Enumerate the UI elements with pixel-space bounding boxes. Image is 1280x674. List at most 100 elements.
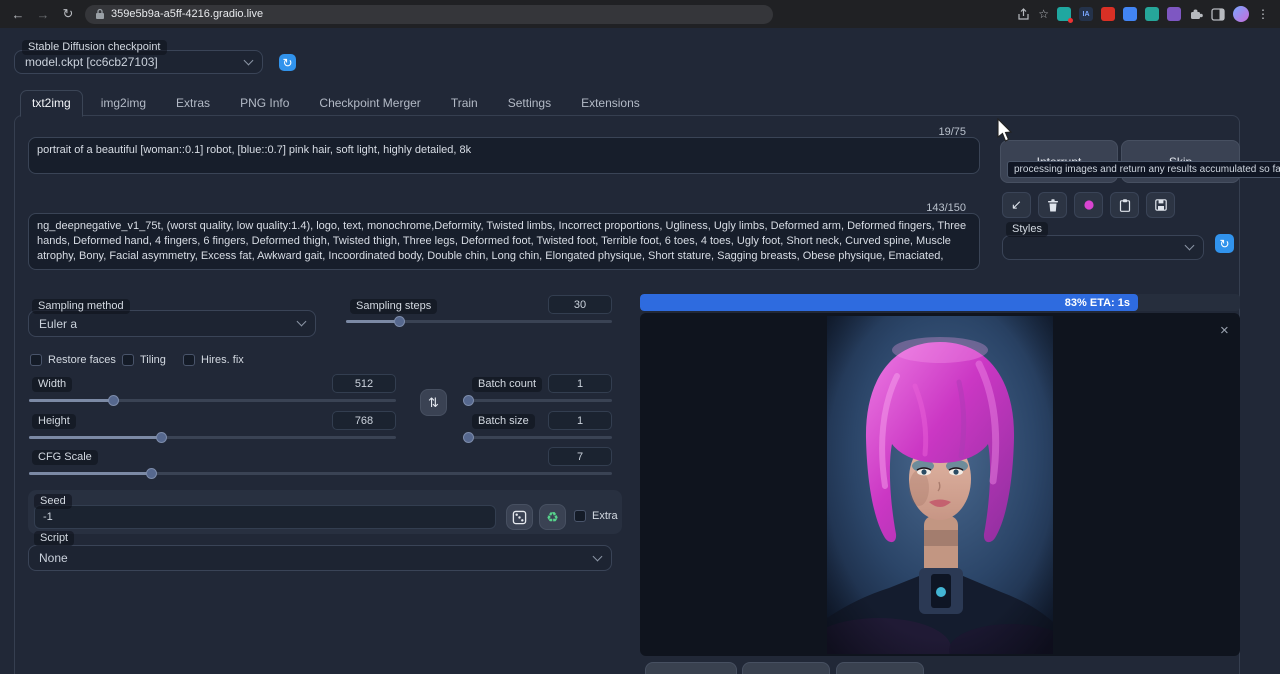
- extension-icon-ia[interactable]: IA: [1079, 7, 1093, 21]
- save-style-icon: [1155, 199, 1167, 211]
- extension-icon-purple[interactable]: [1167, 7, 1181, 21]
- styles-label: Styles: [1006, 222, 1048, 237]
- sampling-method-value: Euler a: [39, 317, 77, 331]
- result-action-button[interactable]: [742, 662, 830, 674]
- screen: ← → ↻ 359e5b9a-a5ff-4216.gradio.live ☆ I…: [0, 0, 1280, 674]
- close-icon[interactable]: ×: [1220, 322, 1229, 339]
- paste-params-button[interactable]: ↙: [1002, 192, 1031, 218]
- chevron-down-icon: [297, 317, 307, 327]
- width-slider[interactable]: [29, 394, 396, 407]
- slider-handle[interactable]: [463, 432, 474, 443]
- result-action-button[interactable]: [836, 662, 924, 674]
- restore-faces-checkbox[interactable]: Restore faces: [30, 354, 116, 366]
- extension-icon-teal[interactable]: [1057, 7, 1071, 21]
- browser-menu-icon[interactable]: ⋮: [1257, 7, 1270, 21]
- slider-track: [468, 399, 612, 402]
- batch-size-slider[interactable]: [468, 431, 612, 444]
- browser-toolbar-icons: ☆ IA ⋮: [1017, 6, 1270, 22]
- batch-size-label: Batch size: [472, 414, 535, 429]
- url-text: 359e5b9a-a5ff-4216.gradio.live: [111, 8, 263, 20]
- chevron-down-icon: [1185, 241, 1195, 251]
- refresh-checkpoint-button[interactable]: ↻: [279, 54, 296, 71]
- swap-arrows-icon: ⇅: [428, 395, 439, 411]
- checkbox-box[interactable]: [183, 354, 195, 366]
- checkbox-box[interactable]: [122, 354, 134, 366]
- hires-fix-label: Hires. fix: [201, 354, 244, 366]
- width-value[interactable]: 512: [332, 374, 396, 393]
- browser-chrome: ← → ↻ 359e5b9a-a5ff-4216.gradio.live ☆ I…: [0, 0, 1280, 28]
- seed-label: Seed: [34, 494, 72, 509]
- clear-prompt-button[interactable]: [1038, 192, 1067, 218]
- extension-icon-blue[interactable]: [1123, 7, 1137, 21]
- script-label: Script: [34, 531, 74, 546]
- checkpoint-value: model.ckpt [cc6cb27103]: [25, 55, 158, 69]
- sampling-method-dropdown[interactable]: Euler a: [28, 310, 316, 337]
- tab-bar: txt2img img2img Extras PNG Info Checkpoi…: [20, 90, 652, 117]
- hires-fix-checkbox[interactable]: Hires. fix: [183, 354, 244, 366]
- seed-extra-label: Extra: [592, 510, 618, 522]
- script-dropdown[interactable]: None: [28, 545, 612, 571]
- cfg-scale-value[interactable]: 7: [548, 447, 612, 466]
- tab-settings[interactable]: Settings: [496, 90, 563, 117]
- reuse-seed-button[interactable]: ♻: [539, 504, 566, 530]
- width-label: Width: [32, 377, 72, 392]
- slider-handle[interactable]: [463, 395, 474, 406]
- bookmark-star-icon[interactable]: ☆: [1038, 7, 1049, 21]
- batch-size-value[interactable]: 1: [548, 411, 612, 430]
- cfg-scale-slider[interactable]: [29, 467, 612, 480]
- sampling-steps-value[interactable]: 30: [548, 295, 612, 314]
- tab-png-info[interactable]: PNG Info: [228, 90, 301, 117]
- prompt-input[interactable]: portrait of a beautiful [woman::0.1] rob…: [28, 137, 980, 174]
- extra-networks-button[interactable]: [1074, 192, 1103, 218]
- tab-train[interactable]: Train: [439, 90, 490, 117]
- profile-avatar[interactable]: [1233, 6, 1249, 22]
- checkbox-box[interactable]: [574, 510, 586, 522]
- tiling-checkbox[interactable]: Tiling: [122, 354, 166, 366]
- extension-icon-green[interactable]: [1145, 7, 1159, 21]
- checkpoint-label: Stable Diffusion checkpoint: [22, 40, 167, 55]
- prompt-tools-row: ↙: [1002, 192, 1175, 218]
- refresh-styles-button[interactable]: ↻: [1215, 234, 1234, 253]
- slider-handle[interactable]: [108, 395, 119, 406]
- batch-count-value[interactable]: 1: [548, 374, 612, 393]
- generated-image-preview[interactable]: [827, 316, 1053, 654]
- slider-handle[interactable]: [394, 316, 405, 327]
- slider-handle[interactable]: [156, 432, 167, 443]
- sampling-method-label: Sampling method: [32, 299, 130, 314]
- sampling-steps-slider[interactable]: [346, 315, 612, 328]
- checkbox-box[interactable]: [30, 354, 42, 366]
- height-slider[interactable]: [29, 431, 396, 444]
- extension-icon-red[interactable]: [1101, 7, 1115, 21]
- sidebar-icon[interactable]: [1211, 8, 1225, 21]
- result-action-button[interactable]: [645, 662, 737, 674]
- save-style-button[interactable]: [1146, 192, 1175, 218]
- apply-style-button[interactable]: [1110, 192, 1139, 218]
- seed-extra-checkbox[interactable]: Extra: [574, 510, 618, 522]
- random-seed-button[interactable]: [506, 504, 533, 530]
- batch-count-label: Batch count: [472, 377, 542, 392]
- tab-extensions[interactable]: Extensions: [569, 90, 652, 117]
- swap-dimensions-button[interactable]: ⇅: [420, 389, 447, 416]
- forward-icon[interactable]: →: [35, 7, 51, 22]
- back-icon[interactable]: ←: [10, 7, 26, 22]
- trash-icon: [1047, 199, 1059, 212]
- tab-img2img[interactable]: img2img: [89, 90, 158, 117]
- tab-extras[interactable]: Extras: [164, 90, 222, 117]
- cfg-scale-label: CFG Scale: [32, 450, 98, 465]
- extensions-puzzle-icon[interactable]: [1189, 7, 1203, 21]
- height-label: Height: [32, 414, 76, 429]
- tab-txt2img[interactable]: txt2img: [20, 90, 83, 117]
- negative-prompt-input[interactable]: ng_deepnegative_v1_75t, (worst quality, …: [28, 213, 980, 270]
- tab-checkpoint-merger[interactable]: Checkpoint Merger: [307, 90, 432, 117]
- seed-input[interactable]: [34, 505, 496, 529]
- share-icon[interactable]: [1017, 8, 1030, 21]
- progress-fill: 83% ETA: 1s: [640, 294, 1138, 311]
- reload-icon[interactable]: ↻: [60, 6, 76, 22]
- address-bar[interactable]: 359e5b9a-a5ff-4216.gradio.live: [85, 5, 773, 24]
- slider-handle[interactable]: [146, 468, 157, 479]
- cursor-pointer-icon: [995, 118, 1013, 144]
- styles-dropdown[interactable]: [1002, 235, 1204, 260]
- height-value[interactable]: 768: [332, 411, 396, 430]
- batch-count-slider[interactable]: [468, 394, 612, 407]
- interrupt-tooltip: processing images and return any results…: [1007, 161, 1280, 178]
